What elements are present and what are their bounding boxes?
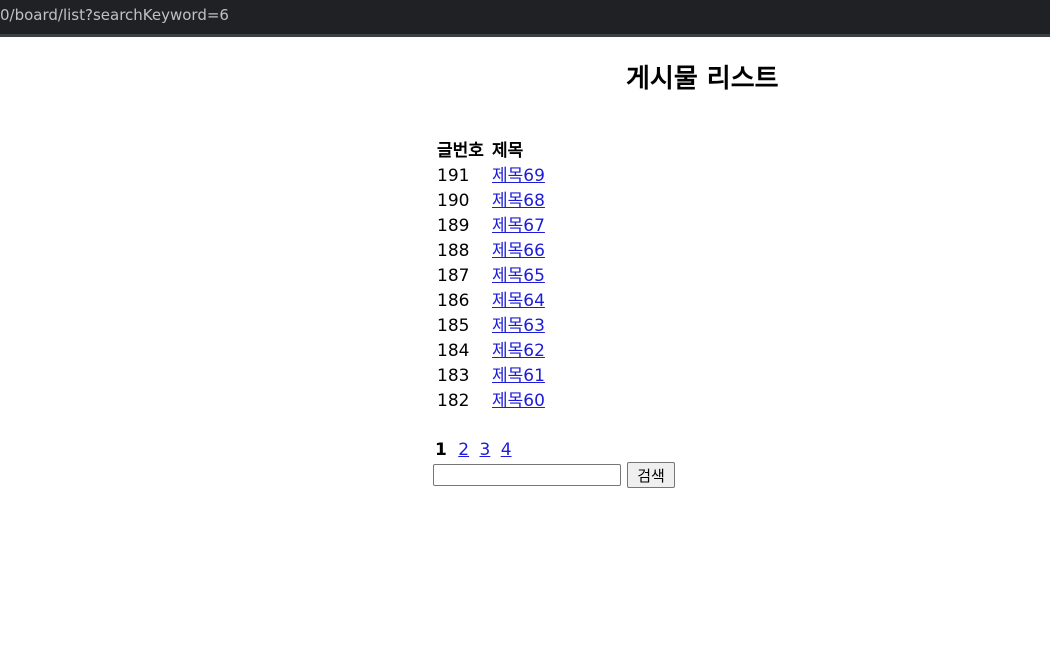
table-row: 183 제목61 [435, 365, 547, 388]
post-title-cell: 제목68 [490, 190, 547, 213]
pagination: 1 2 3 4 [435, 440, 517, 460]
post-title-link[interactable]: 제목69 [492, 166, 545, 186]
table-row: 189 제목67 [435, 215, 547, 238]
table-row: 188 제목66 [435, 240, 547, 263]
post-title-cell: 제목63 [490, 315, 547, 338]
post-number: 187 [437, 266, 470, 286]
post-title-cell: 제목67 [490, 215, 547, 238]
post-title-cell: 제목64 [490, 290, 547, 313]
page-link[interactable]: 2 [458, 440, 469, 460]
post-title-link[interactable]: 제목67 [492, 216, 545, 236]
post-number: 186 [437, 291, 470, 311]
post-number: 182 [437, 391, 470, 411]
post-title-link[interactable]: 제목64 [492, 291, 545, 311]
column-header-title: 제목 [492, 141, 524, 161]
post-title-link[interactable]: 제목63 [492, 316, 545, 336]
post-title-link[interactable]: 제목65 [492, 266, 545, 286]
post-number: 184 [437, 341, 470, 361]
post-number: 185 [437, 316, 470, 336]
current-page: 1 [435, 440, 447, 460]
post-title-cell: 제목60 [490, 390, 547, 413]
post-number: 183 [437, 366, 470, 386]
post-title-cell: 제목62 [490, 340, 547, 363]
table-header-row: 글번호 제목 [435, 140, 547, 163]
post-title-link[interactable]: 제목68 [492, 191, 545, 211]
post-title-link[interactable]: 제목60 [492, 391, 545, 411]
search-input[interactable] [433, 464, 621, 486]
page-title: 게시물 리스트 [626, 64, 779, 94]
post-title-link[interactable]: 제목61 [492, 366, 545, 386]
board-table: 글번호 제목 191 제목69 190 제목68 189 제목67 188 제목… [433, 138, 549, 415]
post-number: 189 [437, 216, 470, 236]
table-row: 182 제목60 [435, 390, 547, 413]
post-title-cell: 제목65 [490, 265, 547, 288]
table-row: 185 제목63 [435, 315, 547, 338]
table-row: 191 제목69 [435, 165, 547, 188]
page-link[interactable]: 3 [479, 440, 490, 460]
page-link[interactable]: 4 [501, 440, 512, 460]
column-header-number: 글번호 [437, 141, 484, 161]
post-title-cell: 제목66 [490, 240, 547, 263]
post-number: 190 [437, 191, 470, 211]
table-row: 186 제목64 [435, 290, 547, 313]
post-number: 191 [437, 166, 470, 186]
post-number: 188 [437, 241, 470, 261]
post-title-link[interactable]: 제목66 [492, 241, 545, 261]
table-row: 190 제목68 [435, 190, 547, 213]
post-title-cell: 제목69 [490, 165, 547, 188]
browser-address-bar[interactable]: 0/board/list?searchKeyword=6 [0, 0, 1050, 37]
post-title-cell: 제목61 [490, 365, 547, 388]
table-row: 184 제목62 [435, 340, 547, 363]
table-row: 187 제목65 [435, 265, 547, 288]
post-title-link[interactable]: 제목62 [492, 341, 545, 361]
search-button[interactable]: 검색 [627, 462, 675, 488]
url-text[interactable]: 0/board/list?searchKeyword=6 [0, 6, 229, 24]
